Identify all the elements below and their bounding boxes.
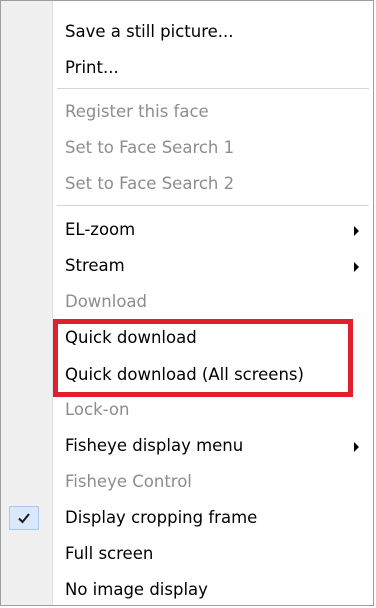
menu-item-stream[interactable]: Stream [1,251,373,281]
chevron-right-icon [354,442,359,452]
menu-item-download: Download [1,287,373,317]
menu-item-label: Download [65,292,148,311]
menu-item-label: Print... [65,58,119,77]
menu-item-label: Set to Face Search 1 [65,138,235,157]
menu-item-el-zoom[interactable]: EL-zoom [1,215,373,245]
context-menu: Save a still picture... Print... Registe… [0,0,374,606]
menu-item-full-screen[interactable]: Full screen [1,539,373,569]
menu-item-label: Fisheye display menu [65,436,244,455]
menu-item-label: Save a still picture... [65,22,234,41]
menu-separator [57,205,369,206]
menu-item-label: Stream [65,256,125,275]
menu-item-fisheye-control: Fisheye Control [1,467,373,497]
menu-item-label: EL-zoom [65,220,136,239]
menu-item-label: Register this face [65,102,209,121]
menu-item-save-still-picture[interactable]: Save a still picture... [1,17,373,47]
menu-item-label: Fisheye Control [65,472,192,491]
chevron-right-icon [354,226,359,236]
menu-item-label: Display cropping frame [65,508,258,527]
highlight-box [53,319,353,397]
menu-item-label: Set to Face Search 2 [65,174,235,193]
chevron-right-icon [354,262,359,272]
menu-item-label: Lock-on [65,400,130,419]
menu-item-no-image-display[interactable]: No image display [1,575,373,605]
menu-item-lock-on: Lock-on [1,395,373,425]
menu-item-set-face-search-2: Set to Face Search 2 [1,169,373,199]
menu-item-display-cropping-frame[interactable]: Display cropping frame [1,503,373,533]
menu-item-label: No image display [65,580,208,599]
menu-item-register-this-face: Register this face [1,97,373,127]
checkmark-icon [9,506,39,530]
menu-item-label: Full screen [65,544,154,563]
menu-item-print[interactable]: Print... [1,53,373,83]
menu-item-set-face-search-1: Set to Face Search 1 [1,133,373,163]
menu-item-fisheye-display-menu[interactable]: Fisheye display menu [1,431,373,461]
menu-separator [57,88,369,89]
